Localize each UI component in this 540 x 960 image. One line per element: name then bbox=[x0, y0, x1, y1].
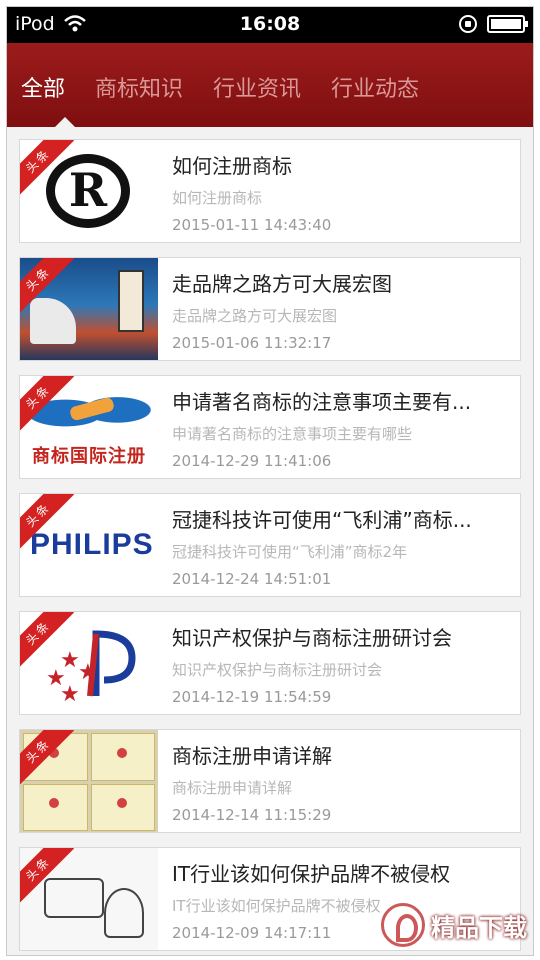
article-thumbnail: 头条 商标国际注册 bbox=[20, 376, 158, 478]
sketch-computer-shape bbox=[44, 878, 104, 918]
article-summary: 冠捷科技许可使用“飞利浦”商标2年 bbox=[172, 543, 408, 561]
article-summary: 如何注册商标 bbox=[172, 189, 263, 207]
article-time: 2014-12-29 11:41:06 bbox=[172, 452, 332, 470]
article-thumbnail: 头条 ★ ★ ★ ★ bbox=[20, 612, 158, 714]
category-tabs: 全部 商标知识 行业资讯 行业动态 bbox=[7, 43, 533, 127]
site-watermark: 精品下载 bbox=[381, 903, 533, 947]
ip-office-logo bbox=[87, 630, 136, 697]
watermark-logo-icon bbox=[381, 903, 425, 947]
article-texts: 冠捷科技许可使用“飞利浦”商标... 冠捷科技许可使用“飞利浦”商标2年 201… bbox=[158, 494, 518, 588]
article-title: 申请著名商标的注意事项主要有... bbox=[172, 390, 472, 414]
article-thumbnail: 头条 PHILIPS bbox=[20, 494, 158, 596]
article-card[interactable]: 头条 商标注册申请详解 商标注册申请详解 2014-12-14 11:15:29 bbox=[19, 729, 521, 833]
status-right bbox=[459, 15, 528, 33]
article-card[interactable]: 头条 商标国际注册 申请著名商标的注意事项主要有... 申请著名商标的注意事项主… bbox=[19, 375, 521, 479]
active-tab-indicator bbox=[55, 117, 75, 127]
article-card[interactable]: 头条 走品牌之路方可大展宏图 走品牌之路方可大展宏图 2015-01-06 11… bbox=[19, 257, 521, 361]
article-summary: 商标注册申请详解 bbox=[172, 779, 293, 797]
article-texts: 商标注册申请详解 商标注册申请详解 2014-12-14 11:15:29 bbox=[158, 730, 518, 824]
article-thumbnail: 头条 bbox=[20, 258, 158, 360]
article-title: 知识产权保护与商标注册研讨会 bbox=[172, 626, 452, 650]
article-thumbnail: 头条 R bbox=[20, 140, 158, 242]
article-summary: 知识产权保护与商标注册研讨会 bbox=[172, 661, 383, 679]
article-list: 头条 R 如何注册商标 如何注册商标 2015-01-11 14:43:40 头… bbox=[7, 127, 533, 951]
rotation-lock-icon bbox=[459, 15, 477, 33]
status-time: 16:08 bbox=[239, 13, 301, 35]
article-summary: 申请著名商标的注意事项主要有哪些 bbox=[172, 425, 413, 443]
tab-industry-news[interactable]: 行业资讯 bbox=[213, 67, 301, 103]
watermark-text: 精品下载 bbox=[431, 913, 527, 942]
article-title: 商标注册申请详解 bbox=[172, 744, 332, 768]
article-texts: 走品牌之路方可大展宏图 走品牌之路方可大展宏图 2015-01-06 11:32… bbox=[158, 258, 518, 352]
article-time: 2014-12-14 11:15:29 bbox=[172, 806, 332, 824]
article-time: 2014-12-19 11:54:59 bbox=[172, 688, 332, 706]
battery-icon bbox=[487, 15, 528, 33]
article-time: 2015-01-06 11:32:17 bbox=[172, 334, 332, 352]
article-card[interactable]: 头条 PHILIPS 冠捷科技许可使用“飞利浦”商标... 冠捷科技许可使用“飞… bbox=[19, 493, 521, 597]
article-card[interactable]: 头条 R 如何注册商标 如何注册商标 2015-01-11 14:43:40 bbox=[19, 139, 521, 243]
article-card[interactable]: 头条 ★ ★ ★ ★ 知识产权保护与商标注册研讨会 知识产权保护与商标注册研讨会… bbox=[19, 611, 521, 715]
status-bar: iPod 16:08 bbox=[7, 7, 533, 43]
book-cover-shape bbox=[118, 270, 144, 332]
article-thumbnail: 头条 bbox=[20, 848, 158, 950]
tab-trademark-knowledge[interactable]: 商标知识 bbox=[95, 67, 183, 103]
philips-logo: PHILIPS bbox=[30, 528, 154, 561]
article-title: 冠捷科技许可使用“飞利浦”商标... bbox=[172, 508, 472, 532]
article-thumbnail: 头条 bbox=[20, 730, 158, 832]
article-texts: 如何注册商标 如何注册商标 2015-01-11 14:43:40 bbox=[158, 140, 518, 234]
sketch-figure-shape bbox=[104, 888, 144, 938]
article-texts: 知识产权保护与商标注册研讨会 知识产权保护与商标注册研讨会 2014-12-19… bbox=[158, 612, 518, 706]
article-title: 走品牌之路方可大展宏图 bbox=[172, 272, 392, 296]
article-time: 2015-01-11 14:43:40 bbox=[172, 216, 332, 234]
registered-trademark-icon: R bbox=[46, 154, 130, 228]
article-title: IT行业该如何保护品牌不被侵权 bbox=[172, 862, 451, 886]
article-time: 2014-12-24 14:51:01 bbox=[172, 570, 332, 588]
article-summary: 走品牌之路方可大展宏图 bbox=[172, 307, 338, 325]
article-title: 如何注册商标 bbox=[172, 154, 292, 178]
thumbnail-caption: 商标国际注册 bbox=[32, 446, 146, 467]
article-texts: 申请著名商标的注意事项主要有... 申请著名商标的注意事项主要有哪些 2014-… bbox=[158, 376, 518, 470]
tab-all[interactable]: 全部 bbox=[21, 67, 65, 103]
battery-level bbox=[491, 19, 521, 29]
tab-industry-updates[interactable]: 行业动态 bbox=[331, 67, 419, 103]
phone-screen: iPod 16:08 全部 商标知识 行业资讯 行业动态 头条 R 如何注册商标… bbox=[6, 6, 534, 956]
